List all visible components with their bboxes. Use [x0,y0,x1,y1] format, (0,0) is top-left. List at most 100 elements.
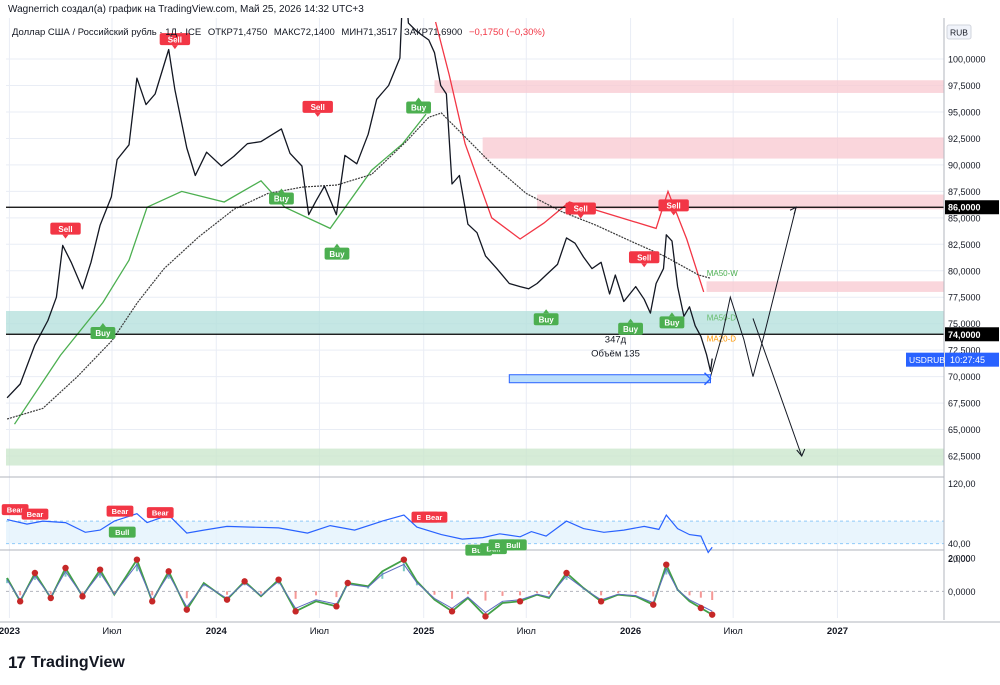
price-tick-label: 82,5000 [948,240,981,250]
legend-high: МАКС72,1400 [274,27,335,38]
ma-label: MA50-W [707,269,739,278]
range-bars-text: 347д [605,335,627,346]
oscillator-bar [185,591,188,599]
oscillator-bar [151,591,154,596]
oscillator-bar [699,591,702,598]
rsi-bear-label: Bear [21,508,49,520]
publisher-line: Wagnerrich создал(а) график на TradingVi… [8,4,364,15]
oscillator-tick-label: 2,0000 [948,554,976,564]
oscillator-pivot-dot [597,598,605,605]
oscillator-pivot-dot [47,594,54,602]
zone-red [434,80,944,93]
oscillator-bar [226,591,229,595]
price-tick-label: 65,0000 [948,425,981,435]
price-tick-label: 67,5000 [948,399,981,409]
currency-button[interactable]: RUB [946,24,972,40]
oscillator-pivot-dot [275,576,282,583]
tradingview-brand: TradingView [30,654,125,671]
symbol-badge-text: USDRUB [909,355,945,365]
level-badge-text: 74,0000 [948,330,981,340]
sell-signal-text: Sell [574,205,588,214]
level-badge-text: 86,0000 [948,203,981,213]
oscillator-pivot-dot [223,596,231,603]
buy-signal-text: Buy [539,315,555,324]
price-tick-label: 85,0000 [948,213,981,223]
oscillator-bar [49,591,52,595]
oscillator-bar [466,591,469,595]
time-tick-label: Июл [310,626,329,637]
oscillator-tick-label: 0,0000 [948,587,976,597]
time-tick-label: 2027 [827,626,848,637]
time-tick-label: 2024 [206,626,228,637]
oscillator-bar [547,591,550,595]
sell-signal-text: Sell [637,253,651,262]
time-tick-label: Июл [102,626,121,637]
legend-close: ЗАКР71,6900 [404,27,462,38]
oscillator-pivot-dot [241,578,248,585]
rsi-bear-label-text: Bear [426,513,443,522]
oscillator-pivot-dot [183,606,190,613]
buy-signal-text: Buy [623,325,639,334]
oscillator-bar [451,591,454,599]
buy-signal-text: Buy [411,104,427,113]
sell-signal-text: Sell [311,103,325,112]
zone-red [706,281,944,292]
price-tick-label: 87,5000 [948,187,981,197]
legend-low: МИН71,3517 [341,27,397,38]
price-tick-label: 80,0000 [948,266,981,276]
rsi-bull-label-text: Bull [506,541,520,550]
oscillator-pivot-dot [165,568,172,575]
oscillator-bar [19,591,22,596]
price-tick-label: 62,5000 [948,452,981,462]
oscillator-bar [501,591,504,596]
sell-signal-text: Sell [667,202,681,211]
rsi-tick-label: 120,00 [948,479,976,489]
oscillator-pivot-dot [133,556,141,563]
oscillator-pivot-dot [31,569,39,577]
rsi-bear-label-text: Bear [7,506,24,515]
price-tick-label: 70,0000 [948,372,981,382]
buy-signal-text: Buy [274,195,290,204]
oscillator-pivot-dot [16,598,24,605]
oscillator-pivot-dot [149,598,156,605]
zone-red [482,137,944,159]
sell-signal-text: Sell [58,225,72,234]
legend-open: ОТКР71,4750 [208,27,267,38]
tradingview-logo[interactable]: 17 TradingView [8,653,125,673]
legend-title: Доллар США / Российский рубль · 1Д · ICE [12,27,201,38]
rsi-bear-label: Bear [420,511,448,523]
rsi-band [6,521,944,544]
oscillator-pivot-dot [516,598,524,605]
price-tick-label: 92,5000 [948,134,981,144]
oscillator-bar [688,591,691,596]
rsi-bull-label: Bull [499,539,527,551]
price-tick-label: 95,0000 [948,107,981,117]
rsi-bear-label: Bear [106,505,134,517]
oscillator-bar [652,591,655,597]
oscillator-bar [294,591,297,599]
oscillator-bar [335,591,338,598]
oscillator-pivot-dot [400,556,408,563]
date-range-bar[interactable] [508,374,711,384]
price-tick-label: 97,5000 [948,81,981,91]
oscillator-pivot-dot [663,561,670,568]
oscillator-bar [536,591,539,593]
oscillator-pivot-dot [482,613,489,620]
oscillator-pivot-dot [448,608,456,615]
tradingview-logo-icon: 17 [8,653,26,672]
rsi-bear-label-text: Bear [27,510,44,519]
rsi-bear-label-text: Bear [152,509,169,518]
oscillator-bar [634,591,637,594]
oscillator-bar [260,591,263,594]
currency-label: RUB [950,28,968,38]
chart-canvas[interactable]: MA50-WMA50-DMA20-D 347дОбъём 135 BuyBuyB… [0,18,1000,644]
oscillator-pivot-dot [708,611,716,618]
oscillator-pivot-dot [333,603,340,610]
buy-signal-text: Buy [329,250,345,259]
buy-signal-text: Buy [95,329,111,338]
legend-change: −0,1750 (−0,30%) [469,27,545,38]
oscillator-bar [519,591,522,596]
oscillator-pivot-dot [96,566,104,573]
time-tick-label: 2025 [413,626,435,637]
time-tick-label: 2026 [620,626,641,637]
